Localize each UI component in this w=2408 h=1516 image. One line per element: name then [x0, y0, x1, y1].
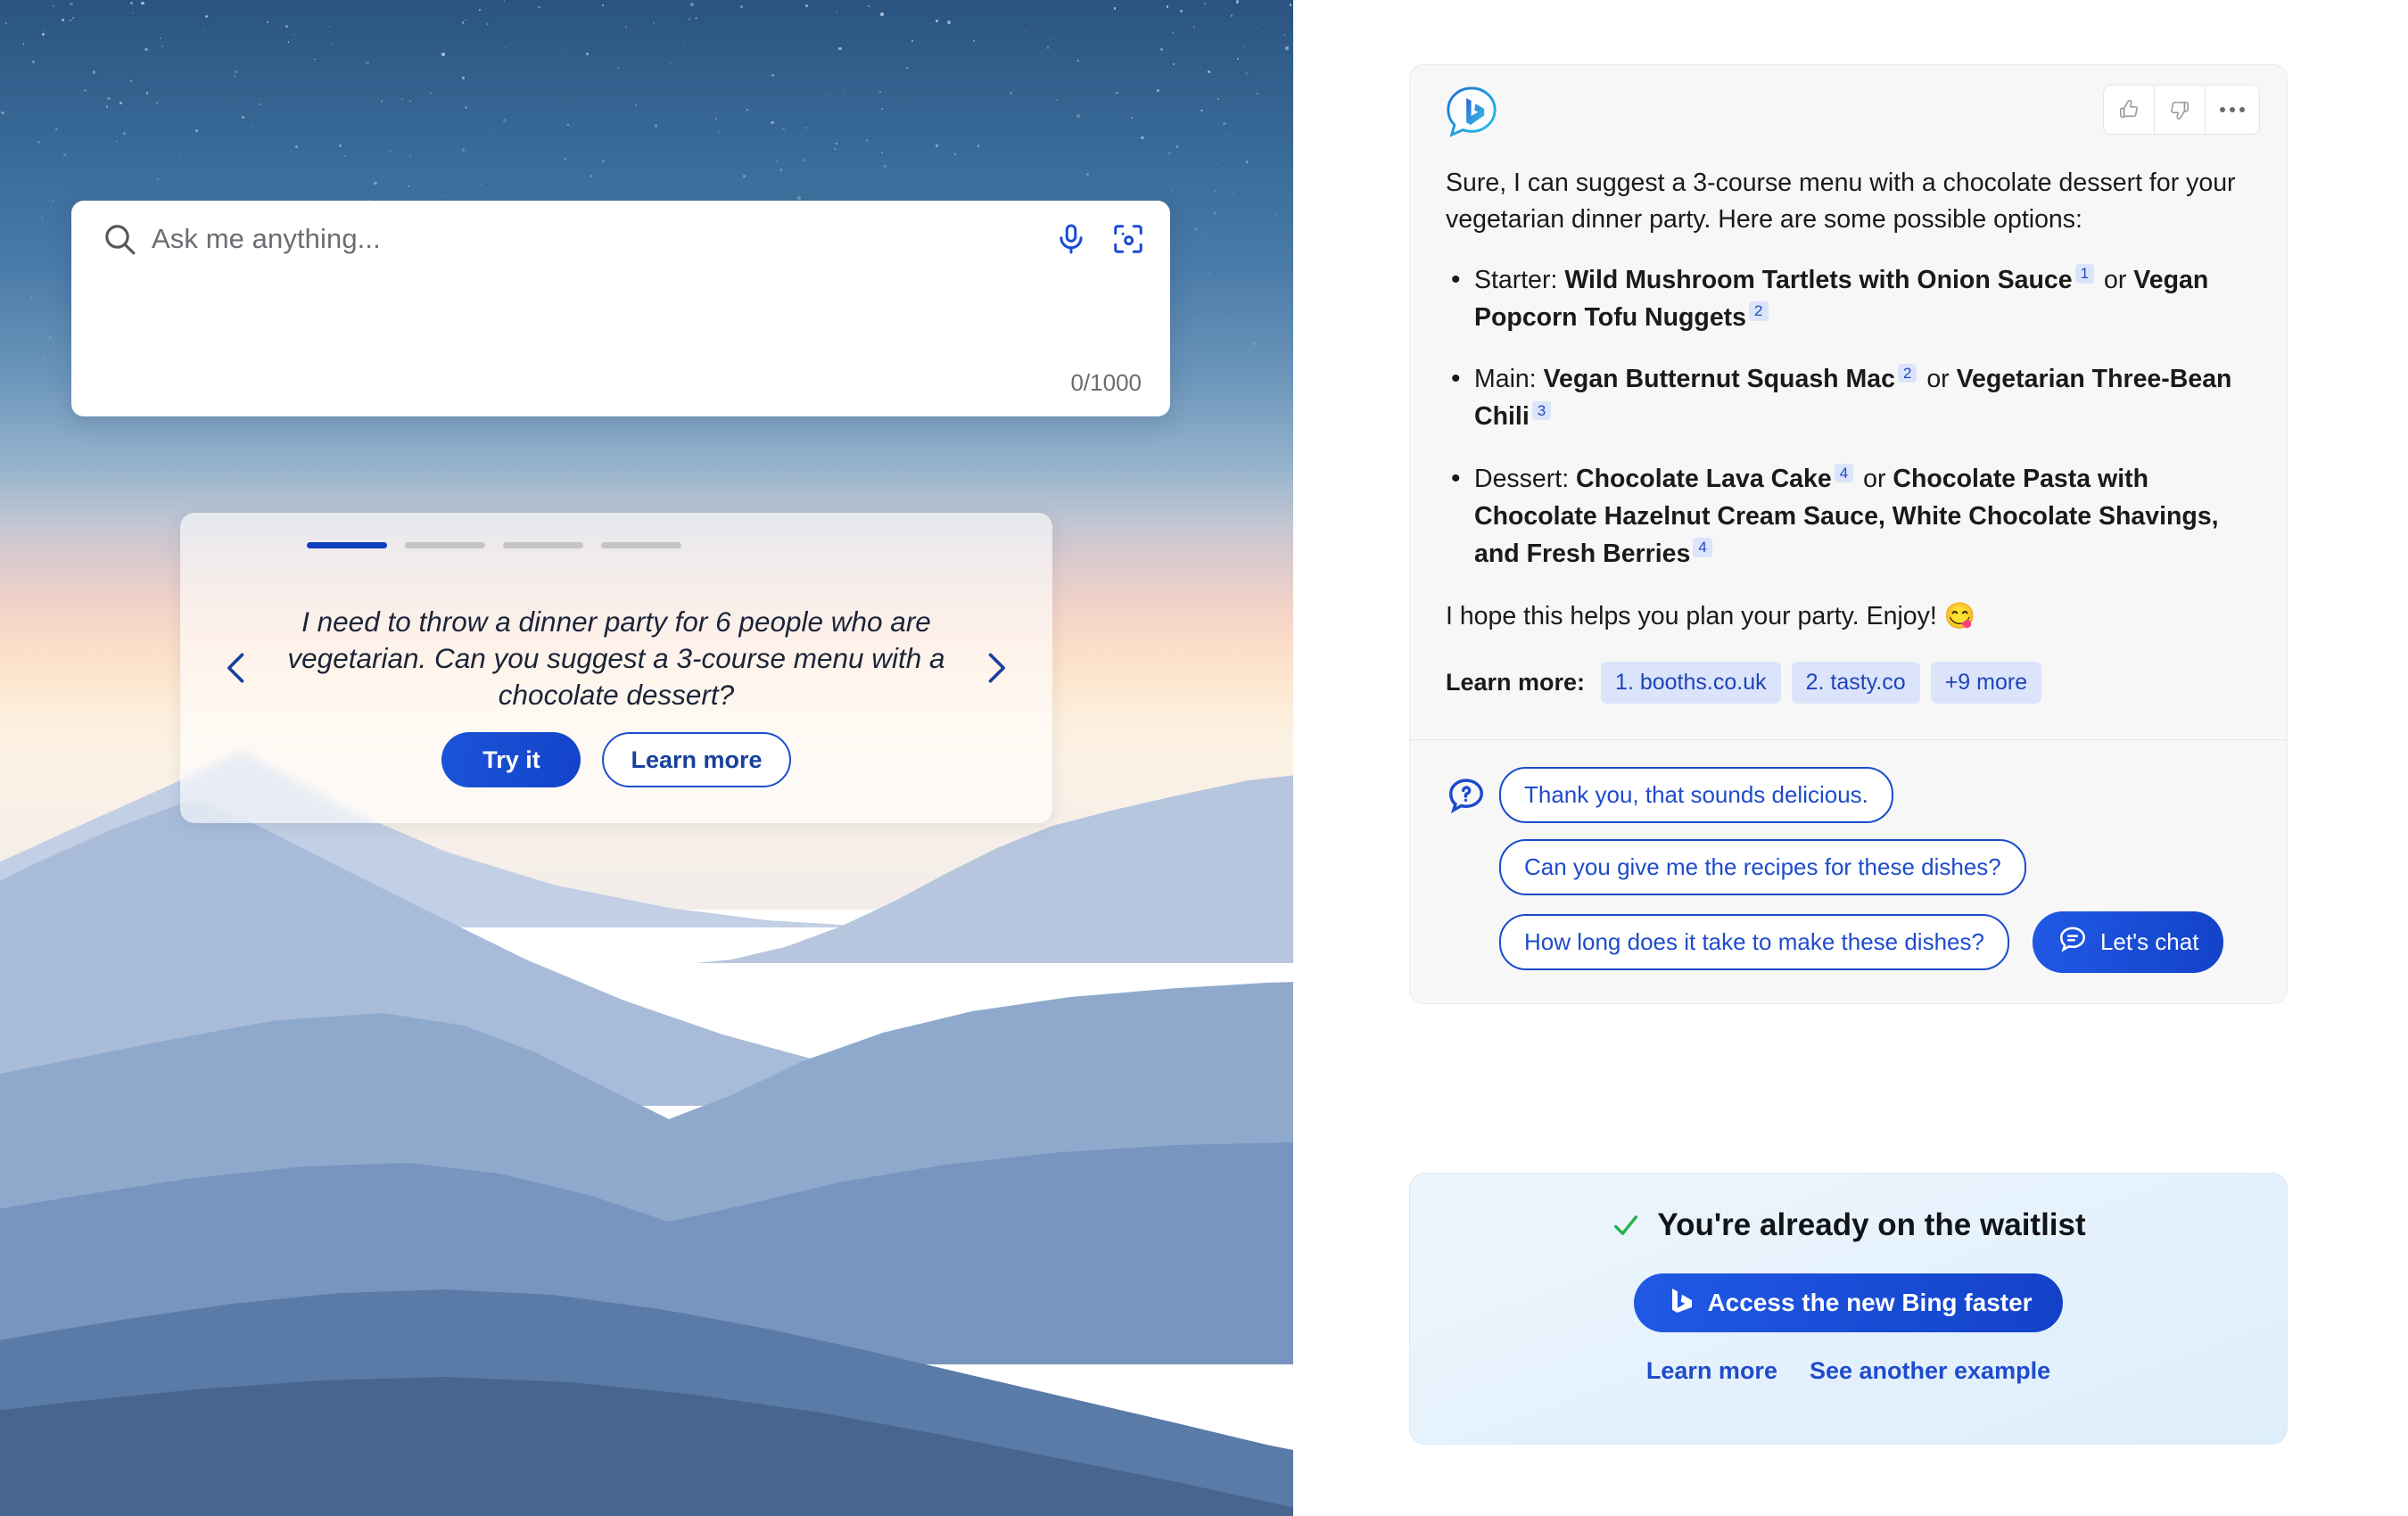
page-root: 0/1000 I need to throw a dinner party fo…	[0, 0, 2408, 1516]
carousel-buttons: Try it Learn more	[180, 732, 1052, 787]
suggestion-pill-3[interactable]: How long does it take to make these dish…	[1499, 914, 2009, 971]
waitlist-see-example-link[interactable]: See another example	[1810, 1357, 2050, 1385]
learn-more-label: Learn more:	[1446, 669, 1586, 696]
search-icon	[102, 221, 137, 257]
menu-option-a: Wild Mushroom Tartlets with Onion Sauce	[1564, 265, 2073, 294]
suggestion-row-1: Thank you, that sounds delicious.	[1446, 767, 2247, 824]
carousel-dot-3[interactable]	[503, 542, 583, 548]
menu-option-a: Vegan Butternut Squash Mac	[1543, 365, 1895, 394]
waitlist-title-row: You're already on the waitlist	[1410, 1174, 2287, 1243]
search-row	[71, 201, 1170, 277]
access-bing-faster-label: Access the new Bing faster	[1707, 1289, 2033, 1316]
menu-options-list: Starter: Wild Mushroom Tartlets with Oni…	[1446, 260, 2247, 573]
carousel-dot-1[interactable]	[307, 542, 387, 548]
carousel-prev-arrow[interactable]	[218, 641, 257, 695]
suggestion-row-2: Can you give me the recipes for these di…	[1446, 839, 2247, 896]
citation-ref[interactable]: 4	[1834, 463, 1854, 483]
menu-option-item: Dessert: Chocolate Lava Cake4 or Chocola…	[1446, 459, 2247, 573]
menu-option-a: Chocolate Lava Cake	[1576, 465, 1832, 494]
visual-search-icon[interactable]	[1111, 222, 1145, 256]
search-input[interactable]	[152, 223, 1054, 255]
question-bubble-icon	[1446, 775, 1487, 816]
try-it-button[interactable]: Try it	[441, 732, 581, 787]
carousel-dots	[307, 542, 681, 548]
carousel-question: I need to throw a dinner party for 6 peo…	[287, 606, 945, 711]
citation-ref[interactable]: 4	[1693, 538, 1712, 558]
suggestion-carousel: I need to throw a dinner party for 6 peo…	[180, 513, 1052, 823]
access-bing-faster-button[interactable]: Access the new Bing faster	[1634, 1273, 2063, 1332]
lets-chat-button[interactable]: Let's chat	[2032, 911, 2224, 974]
microphone-icon[interactable]	[1054, 222, 1088, 256]
citation-ref[interactable]: 3	[1531, 400, 1552, 421]
source-chip-group: 1. booths.co.uk 2. tasty.co +9 more	[1601, 662, 2042, 704]
check-icon	[1611, 1210, 1641, 1240]
answer-intro: Sure, I can suggest a 3-course menu with…	[1446, 169, 2236, 235]
character-counter: 0/1000	[1070, 369, 1142, 396]
chat-card-header	[1410, 65, 2287, 165]
source-chip-1[interactable]: 1. booths.co.uk	[1601, 662, 1781, 704]
source-chip-2[interactable]: 2. tasty.co	[1791, 662, 1920, 704]
bing-b-icon	[1664, 1286, 1693, 1321]
lets-chat-label: Let's chat	[2099, 928, 2199, 956]
citation-ref[interactable]: 1	[2074, 264, 2095, 284]
source-chip-3[interactable]: +9 more	[1930, 662, 2042, 704]
more-options-icon[interactable]	[2206, 86, 2259, 134]
bing-chat-logo	[1444, 85, 1499, 140]
waitlist-card: You're already on the waitlist Access th…	[1409, 1173, 2288, 1445]
carousel-next-arrow[interactable]	[976, 641, 1015, 695]
suggested-questions: Thank you, that sounds delicious. Can yo…	[1410, 740, 2287, 1003]
chat-answer-body: Sure, I can suggest a 3-course menu with…	[1410, 165, 2287, 739]
suggestion-pill-2[interactable]: Can you give me the recipes for these di…	[1499, 839, 2026, 896]
learn-more-button[interactable]: Learn more	[602, 732, 791, 787]
thumbs-down-icon[interactable]	[2155, 86, 2205, 134]
waitlist-learn-more-link[interactable]: Learn more	[1646, 1357, 1777, 1385]
citation-ref[interactable]: 2	[1749, 301, 1769, 321]
feedback-toolbar	[2103, 85, 2260, 135]
sources-row: Learn more: 1. booths.co.uk 2. tasty.co +9…	[1446, 662, 2247, 739]
waitlist-links: Learn more See another example	[1410, 1357, 2287, 1385]
thumbs-up-icon[interactable]	[2104, 86, 2154, 134]
citation-ref[interactable]: 2	[1897, 363, 1917, 383]
carousel-dot-4[interactable]	[601, 542, 681, 548]
suggestion-row-3: How long does it take to make these dish…	[1446, 911, 2247, 974]
answer-closing: I hope this helps you plan your party. E…	[1446, 601, 1976, 630]
suggestion-pill-1[interactable]: Thank you, that sounds delicious.	[1499, 767, 1893, 824]
waitlist-title: You're already on the waitlist	[1657, 1207, 2086, 1242]
search-box[interactable]: 0/1000	[71, 201, 1170, 416]
chat-answer-card: Sure, I can suggest a 3-course menu with…	[1409, 64, 2288, 1005]
hero-panel: 0/1000 I need to throw a dinner party fo…	[0, 0, 1293, 1516]
menu-option-item: Starter: Wild Mushroom Tartlets with Oni…	[1446, 260, 2247, 337]
right-panel: Sure, I can suggest a 3-course menu with…	[1293, 0, 2408, 1516]
carousel-dot-2[interactable]	[405, 542, 485, 548]
search-actions	[1054, 222, 1145, 256]
menu-option-item: Main: Vegan Butternut Squash Mac2 or Veg…	[1446, 359, 2247, 436]
chat-bubble-icon	[2058, 924, 2088, 960]
